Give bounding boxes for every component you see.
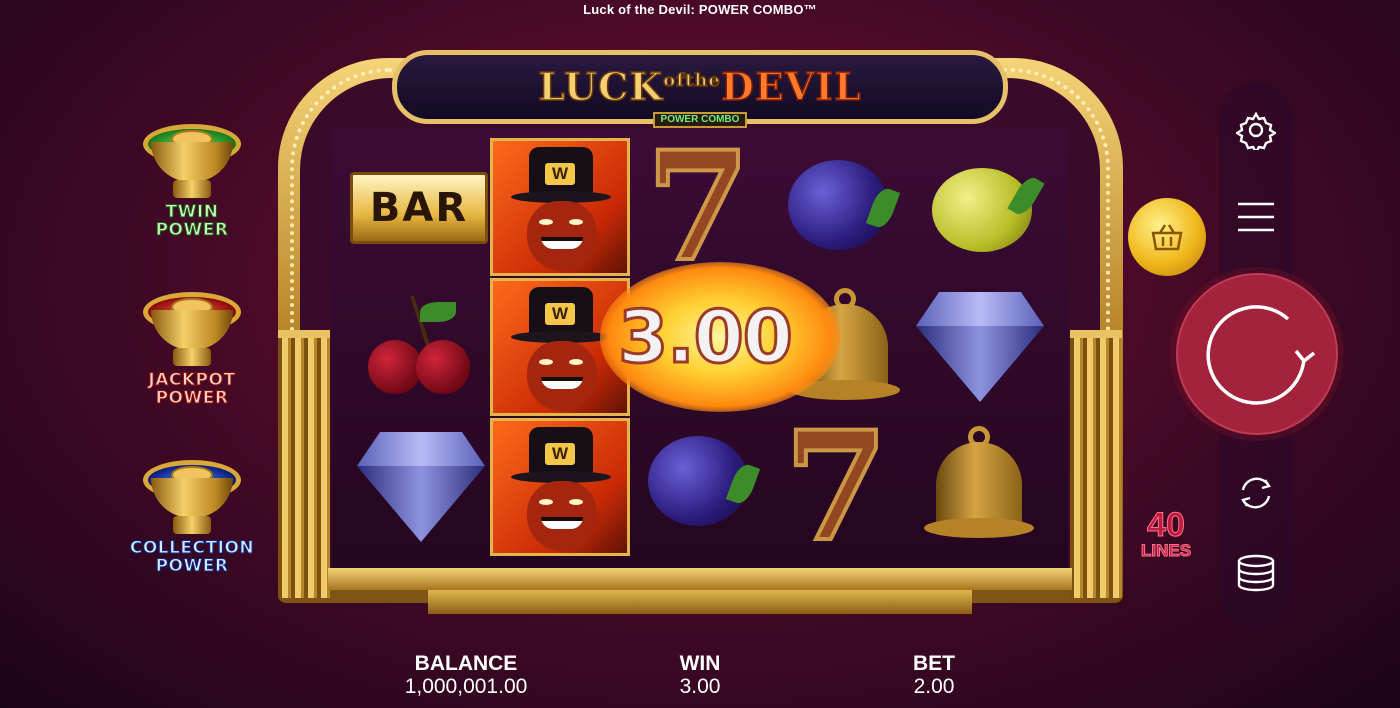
twin-power: TWIN POWER (112, 118, 272, 240)
hamburger-icon (1238, 202, 1274, 232)
jackpot-power-label-1: JACKPOT (148, 370, 236, 390)
win-label: WIN (679, 652, 721, 675)
win-value: 3.00 (679, 675, 721, 698)
gear-icon (1236, 111, 1276, 150)
cherry-symbol (366, 295, 476, 396)
collection-power-label-1: COLLECTION (129, 538, 255, 558)
pot-icon (137, 454, 247, 539)
balance-value: 1,000,001.00 (404, 675, 528, 698)
bet-display[interactable]: BET 2.00 (834, 652, 1034, 698)
bet-value: 2.00 (913, 675, 955, 698)
right-pillar (1070, 330, 1122, 598)
devil-wild-symbol: W (490, 418, 630, 556)
shop-button[interactable] (1128, 198, 1206, 276)
balance-label: BALANCE (414, 652, 518, 675)
win-amount-display: 3.00 (617, 294, 795, 381)
lines-label: LINES (1140, 541, 1192, 560)
autoplay-icon (1241, 477, 1271, 509)
lines-indicator: 40 LINES (1134, 506, 1198, 561)
autoplay-button[interactable] (1231, 468, 1281, 518)
logo-devil: DEVIL (720, 64, 862, 110)
wild-w: W (545, 443, 575, 465)
pot-icon (137, 118, 247, 203)
coin-stack-icon (1237, 554, 1275, 592)
twin-power-label-2: POWER (155, 220, 229, 240)
wild-w: W (545, 303, 575, 325)
plum-symbol (788, 160, 901, 250)
bet-label: BET (913, 652, 955, 675)
jackpot-power: JACKPOT POWER (112, 286, 272, 408)
logo-luck: LUCK (537, 64, 664, 110)
cabinet-base (328, 568, 1072, 590)
plum-symbol (648, 436, 761, 526)
lemon-symbol (932, 168, 1045, 252)
win-display: WIN 3.00 (600, 652, 800, 698)
jackpot-power-label-2: POWER (155, 388, 229, 408)
diamond-symbol (916, 292, 1044, 402)
window-title: Luck of the Devil: POWER COMBO™ (583, 2, 817, 17)
logo-the: the (684, 69, 721, 92)
menu-button[interactable] (1231, 192, 1281, 242)
spin-button[interactable] (1176, 273, 1338, 435)
seven-symbol: 7 (782, 399, 890, 575)
cabinet-foot (428, 590, 972, 614)
settings-button[interactable] (1231, 105, 1281, 155)
seven-symbol: 7 (644, 119, 752, 295)
basket-icon (1151, 224, 1183, 251)
game-logo: LUCKoftheDEVIL POWER COMBO (392, 50, 1008, 128)
devil-wild-symbol: W (490, 138, 630, 276)
bell-symbol (924, 426, 1034, 544)
balance-display: BALANCE 1,000,001.00 (366, 652, 566, 698)
collection-power: COLLECTION POWER (112, 454, 272, 576)
spin-arrow-icon (1206, 305, 1316, 405)
diamond-symbol (357, 432, 485, 542)
bar-symbol: BAR (350, 172, 488, 244)
pot-icon (137, 286, 247, 371)
collection-power-label-2: POWER (155, 556, 229, 576)
twin-power-label-1: TWIN (165, 202, 219, 222)
left-pillar (278, 330, 330, 598)
logo-of: of (663, 69, 686, 92)
lines-count: 40 (1147, 506, 1186, 544)
wild-w: W (545, 163, 575, 185)
bet-settings-button[interactable] (1231, 550, 1281, 600)
